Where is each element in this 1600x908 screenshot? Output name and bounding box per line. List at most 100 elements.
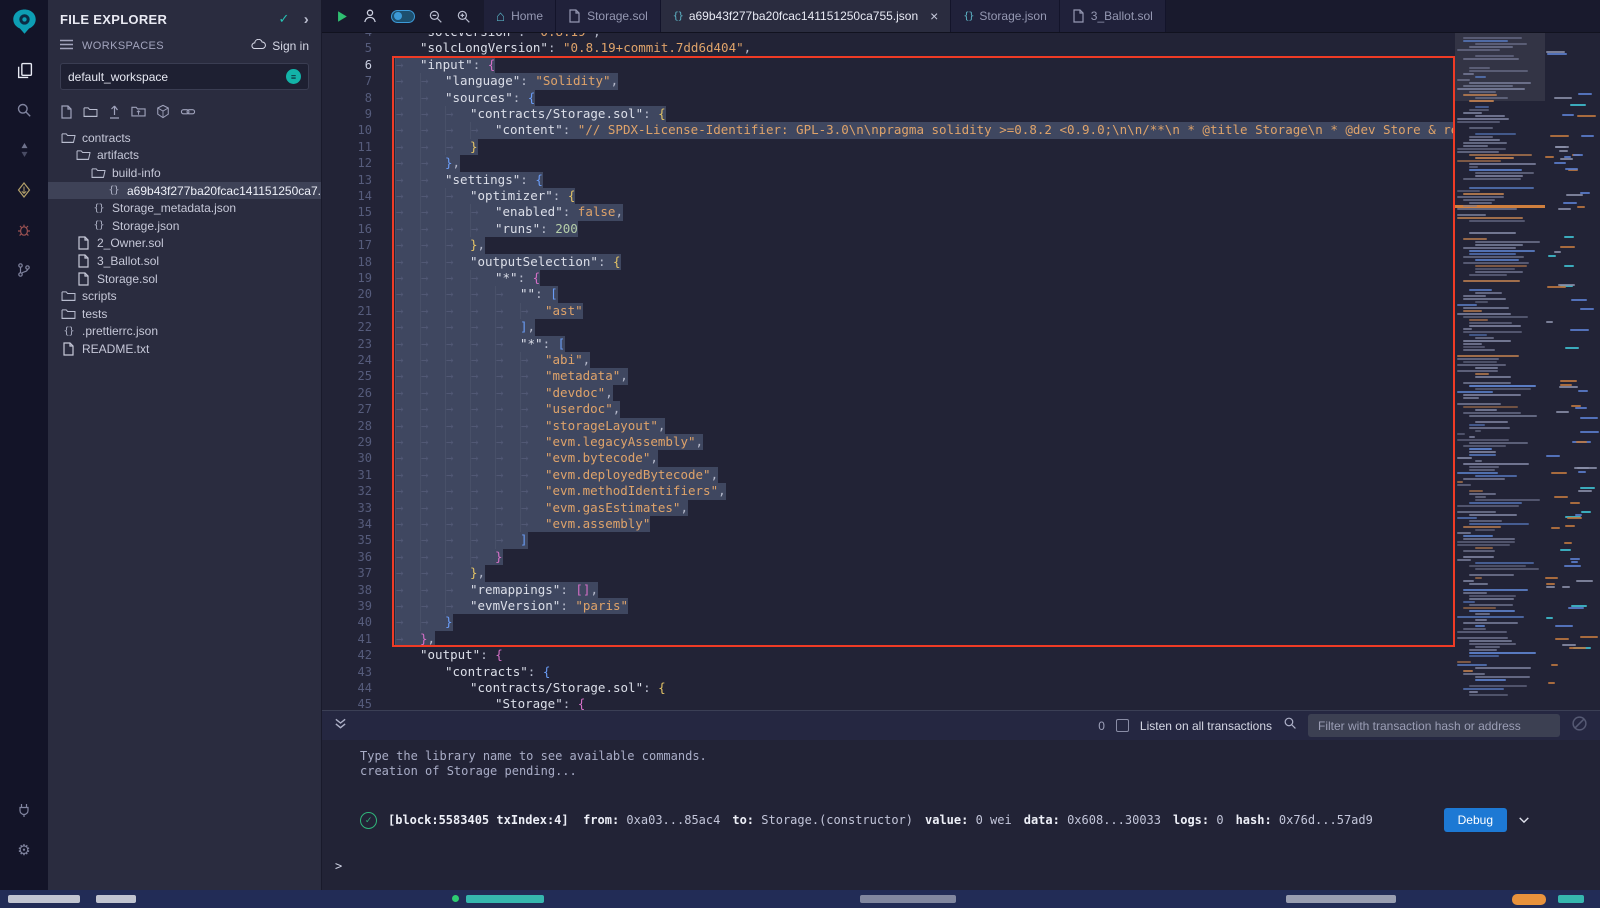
listen-all-label: Listen on all transactions [1140, 719, 1272, 733]
code-line: →→→→"content": "// SPDX-License-Identifi… [395, 122, 1455, 138]
code-line: →→→"contracts/Storage.sol": { [395, 106, 666, 122]
line-number: 32 [322, 483, 372, 499]
copilot-toggle-switch[interactable] [391, 10, 415, 23]
code-editor[interactable]: 4567891011121314151617181920212223242526… [322, 33, 1600, 710]
line-number: 41 [322, 631, 372, 647]
terminal-collapse-icon[interactable] [334, 717, 347, 735]
file-tree-item[interactable]: README.txt [48, 340, 321, 358]
file-tree-item[interactable]: 3_Ballot.sol [48, 252, 321, 270]
line-number: 19 [322, 270, 372, 286]
code-line: →→→→→→"evm.assembly" [395, 516, 650, 532]
load-template-icon[interactable] [156, 104, 170, 119]
remixd-link-icon[interactable] [180, 104, 196, 119]
code-line: →→→"remappings": [], [395, 582, 598, 598]
file-tree-item[interactable]: tests [48, 305, 321, 323]
line-number: 9 [322, 106, 372, 122]
listen-all-checkbox[interactable] [1116, 719, 1129, 732]
line-number: 12 [322, 155, 372, 171]
line-number: 43 [322, 664, 372, 680]
debugger-icon[interactable] [9, 215, 39, 245]
editor-tab[interactable]: {}Storage.json [951, 0, 1059, 32]
sign-in-button[interactable]: Sign in [251, 39, 309, 53]
line-number: 15 [322, 204, 372, 220]
code-line: →→→→→→"devdoc", [395, 385, 613, 401]
clear-console-icon[interactable] [1571, 715, 1588, 737]
run-script-icon[interactable] [335, 9, 349, 24]
line-number: 36 [322, 549, 372, 565]
editor-tab[interactable]: 3_Ballot.sol [1060, 0, 1166, 32]
settings-icon[interactable]: ⚙ [9, 835, 39, 865]
line-number: 35 [322, 532, 372, 548]
file-tree-item[interactable]: {} Storage.json [48, 217, 321, 235]
debug-button[interactable]: Debug [1444, 808, 1507, 832]
tx-block: [block:5583405 txIndex:4] [388, 813, 569, 827]
search-icon[interactable] [9, 95, 39, 125]
zoom-in-icon[interactable] [456, 9, 471, 24]
file-tree-item[interactable]: 2_Owner.sol [48, 235, 321, 253]
sol-icon [75, 236, 92, 250]
editor-controls [322, 0, 484, 32]
code-line: →→→}, [395, 237, 485, 253]
file-icon [60, 342, 77, 356]
zoom-out-icon[interactable] [428, 9, 443, 24]
editor-tab[interactable]: Storage.sol [556, 0, 661, 32]
file-tree-item[interactable]: {}Storage_metadata.json [48, 199, 321, 217]
code-line: →→→→→→"storageLayout", [395, 418, 665, 434]
terminal-search-icon[interactable] [1283, 716, 1297, 735]
activity-bar-top [9, 0, 39, 290]
editor-tab[interactable]: {}a69b43f277ba20fcac141151250ca755.json× [661, 0, 952, 32]
line-number: 31 [322, 467, 372, 483]
cloud-icon [251, 39, 266, 53]
file-tree-item[interactable]: {}.prettierrc.json [48, 323, 321, 341]
tab-label: a69b43f277ba20fcac141151250ca755.json [689, 9, 918, 23]
file-tree-item[interactable]: artifacts [48, 147, 321, 165]
json-icon: {} [90, 203, 107, 214]
line-number: 13 [322, 172, 372, 188]
editor-tab[interactable]: ⌂Home [484, 0, 556, 32]
solidity-compiler-icon[interactable] [9, 135, 39, 165]
line-number: 26 [322, 385, 372, 401]
plugin-manager-icon[interactable] [9, 795, 39, 825]
file-name: Storage.json [112, 219, 179, 233]
workspace-select[interactable]: default_workspace ≡ [60, 63, 309, 90]
new-folder-icon[interactable] [83, 104, 98, 119]
tx-expand-icon[interactable] [1518, 814, 1530, 826]
new-file-icon[interactable] [60, 104, 73, 119]
line-number: 28 [322, 418, 372, 434]
panel-title: FILE EXPLORER [60, 12, 167, 27]
code-line: "solcVersion": "0.8.19", [395, 33, 601, 40]
git-icon[interactable] [9, 255, 39, 285]
editor-tabbar: ⌂HomeStorage.sol{}a69b43f277ba20fcac1411… [322, 0, 1600, 33]
editor-minimap[interactable] [1455, 33, 1545, 710]
status-item [8, 895, 80, 903]
json-icon: {} [90, 220, 107, 231]
file-tree-item[interactable]: scripts [48, 287, 321, 305]
code-line: →→"settings": { [395, 172, 543, 188]
tab-label: Storage.sol [587, 9, 648, 23]
file-explorer-icon[interactable] [9, 55, 39, 85]
file-name: README.txt [82, 342, 149, 356]
file-tree-item[interactable]: build-info [48, 164, 321, 182]
file-tree-item[interactable]: Storage.sol [48, 270, 321, 288]
terminal-header: 0 Listen on all transactions [322, 711, 1600, 740]
user-icon[interactable] [362, 8, 378, 24]
code-line: →→} [395, 614, 453, 630]
status-item [1286, 895, 1396, 903]
close-icon[interactable]: × [930, 9, 938, 23]
code-line: "contracts": { [395, 664, 550, 680]
terminal-prompt[interactable]: > [335, 859, 1600, 873]
terminal-body[interactable]: Type the library name to see available c… [322, 740, 1600, 873]
editor-code-area[interactable]: "solcVersion": "0.8.19","solcLongVersion… [395, 33, 1455, 710]
hamburger-icon[interactable] [60, 39, 73, 53]
transaction-filter-input[interactable] [1308, 714, 1560, 737]
status-bar [0, 890, 1600, 908]
chevron-right-icon[interactable]: › [304, 12, 309, 27]
file-tree-item[interactable]: {}a69b43f277ba20fcac141151250ca7... [48, 182, 321, 200]
code-line: →→→→"enabled": false, [395, 204, 623, 220]
file-name: 2_Owner.sol [97, 236, 164, 250]
workspaces-label: WORKSPACES [82, 40, 164, 52]
deploy-run-icon[interactable] [9, 175, 39, 205]
file-tree-item[interactable]: contracts [48, 129, 321, 147]
upload-folder-icon[interactable] [131, 104, 146, 119]
upload-file-icon[interactable] [108, 104, 121, 119]
